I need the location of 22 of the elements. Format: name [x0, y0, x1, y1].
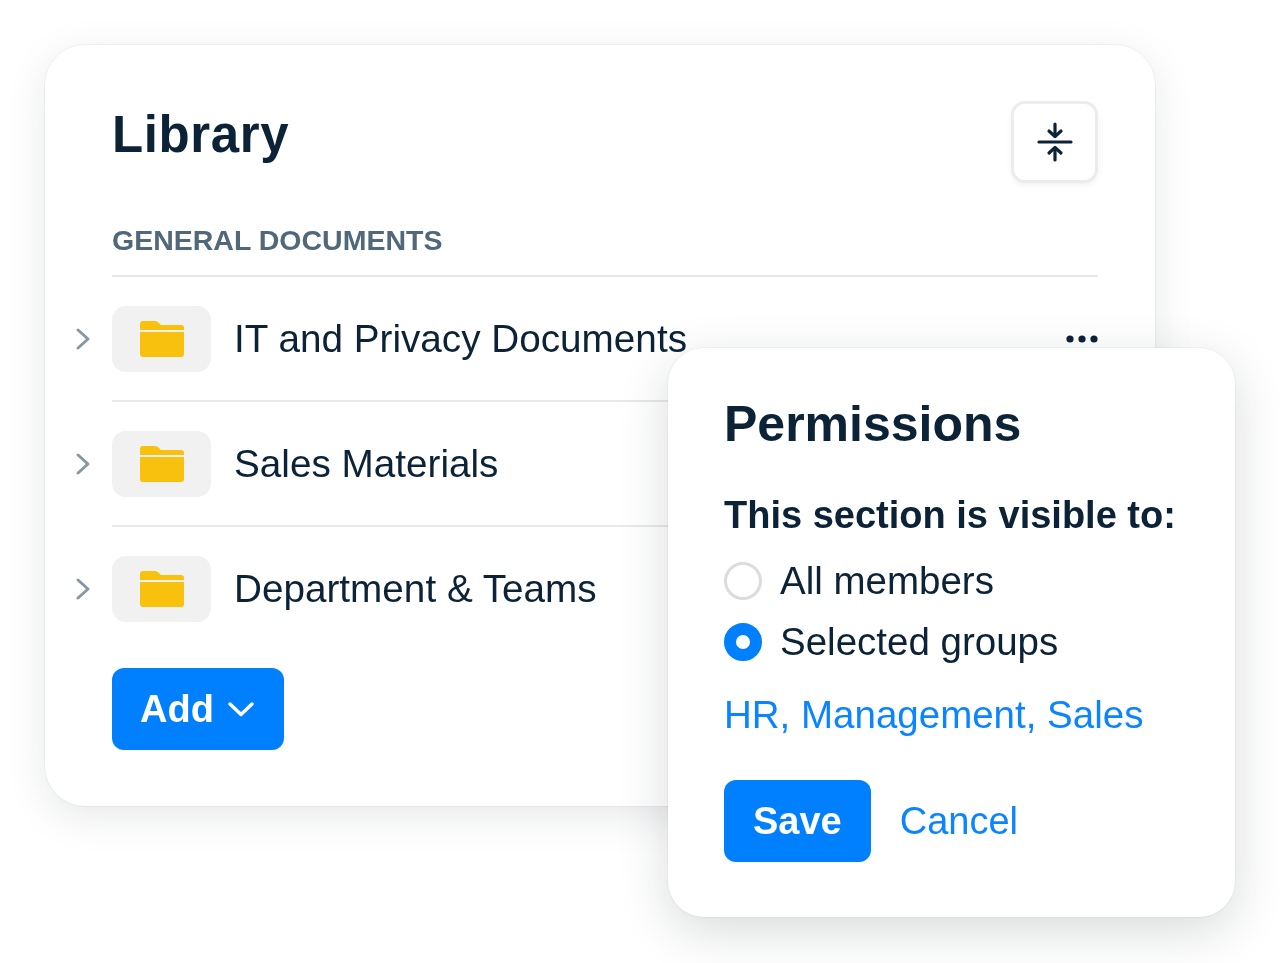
- section-heading: GENERAL DOCUMENTS: [112, 223, 444, 257]
- cancel-button[interactable]: Cancel: [899, 798, 1019, 844]
- add-button[interactable]: Add: [112, 668, 284, 750]
- chevron-icon[interactable]: [75, 327, 91, 351]
- folder-name[interactable]: Sales Materials: [234, 442, 499, 486]
- option-label[interactable]: Selected groups: [780, 619, 1059, 665]
- chevron-icon[interactable]: [75, 452, 91, 476]
- more-options-icon[interactable]: [1066, 335, 1098, 343]
- collapse-icon: [1036, 122, 1073, 162]
- option-label[interactable]: All members: [780, 558, 994, 604]
- groups-link[interactable]: HR, Management, Sales: [724, 692, 1144, 738]
- collapse-button[interactable]: [1011, 101, 1098, 183]
- library-title: Library: [112, 105, 290, 165]
- folder-icon: [112, 431, 211, 497]
- folder-name[interactable]: Department & Teams: [234, 567, 597, 611]
- chevron-icon[interactable]: [75, 577, 91, 601]
- folder-icon: [112, 556, 211, 622]
- radio-button[interactable]: [724, 623, 762, 661]
- folder-icon: [112, 306, 211, 372]
- folder-name[interactable]: IT and Privacy Documents: [234, 317, 687, 361]
- chevron-down-icon: [227, 701, 254, 717]
- save-button[interactable]: Save: [724, 780, 871, 862]
